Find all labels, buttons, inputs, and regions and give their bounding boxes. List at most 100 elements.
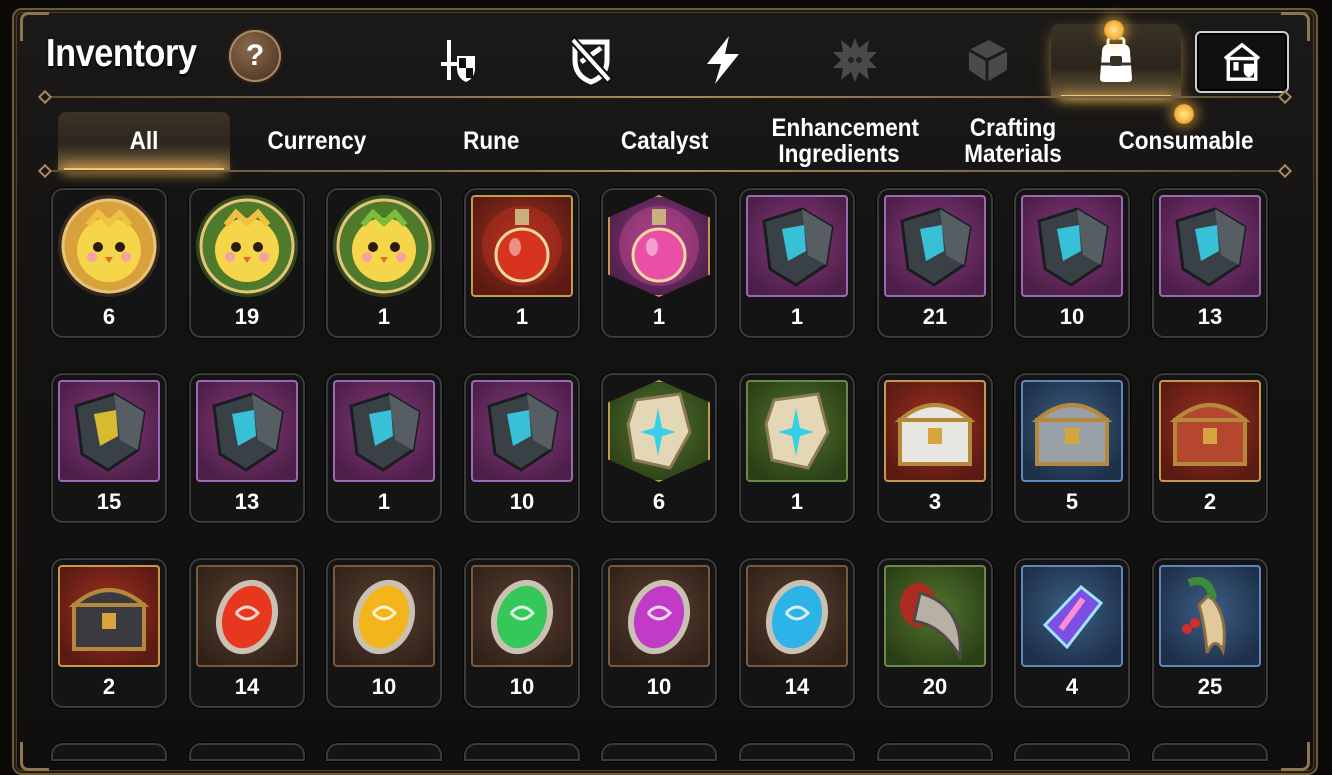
- silver-chest-icon: [1031, 403, 1113, 466]
- item-slot[interactable]: 1: [739, 188, 855, 338]
- item-slot-partial[interactable]: [739, 743, 855, 761]
- item-slot[interactable]: 1: [464, 188, 580, 338]
- boot-rune-stone-icon: [1037, 207, 1109, 287]
- item-slot[interactable]: 10: [464, 558, 580, 708]
- item-picture: [746, 195, 848, 297]
- tab-power[interactable]: [659, 24, 787, 96]
- subtab-crafting-materials[interactable]: Crafting Materials: [930, 112, 1096, 170]
- notification-dot: [1104, 20, 1124, 40]
- item-slot[interactable]: 1: [739, 373, 855, 523]
- item-slot[interactable]: 10: [601, 558, 717, 708]
- item-count: 1: [790, 489, 804, 514]
- item-slot[interactable]: 4: [1014, 558, 1130, 708]
- item-slot-partial[interactable]: [189, 743, 305, 761]
- item-slot[interactable]: 2: [1152, 373, 1268, 523]
- helmet-rune-stone-icon: [487, 392, 559, 472]
- page-title: Inventory: [46, 32, 197, 75]
- subtab-enhancement-ingredients[interactable]: Enhancement Ingredients: [752, 112, 926, 170]
- bag-icon: [1100, 36, 1132, 82]
- item-slot[interactable]: 25: [1152, 558, 1268, 708]
- header-divider: [37, 89, 1293, 105]
- necklace-rune-stone-icon: [349, 392, 421, 472]
- item-count: 1: [790, 304, 804, 329]
- item-slot[interactable]: 2: [51, 558, 167, 708]
- item-picture: [471, 380, 573, 482]
- red-potion-icon: [482, 206, 562, 286]
- item-picture: [746, 565, 848, 667]
- home-shop-icon: [1223, 42, 1261, 81]
- item-count: 6: [102, 304, 116, 329]
- item-count: 20: [922, 674, 948, 699]
- item-slot[interactable]: 6: [601, 373, 717, 523]
- item-picture: [1159, 565, 1261, 667]
- purple-gem-icon: [627, 579, 691, 655]
- item-count: 10: [371, 674, 397, 699]
- broken-shield-icon: [568, 35, 614, 85]
- item-slot-partial[interactable]: [326, 743, 442, 761]
- subtab-catalyst[interactable]: Catalyst: [580, 112, 750, 170]
- sword-shield-icon: [441, 40, 475, 82]
- ginseng-root-icon: [1182, 577, 1226, 656]
- yellow-gem-icon: [352, 579, 416, 655]
- item-picture: [471, 195, 573, 297]
- item-slot-partial[interactable]: [1152, 743, 1268, 761]
- item-slot[interactable]: 21: [877, 188, 993, 338]
- dark-gold-chest-icon: [68, 588, 150, 651]
- item-slot[interactable]: 10: [1014, 188, 1130, 338]
- item-picture: [196, 565, 298, 667]
- home-shop-button[interactable]: [1195, 31, 1289, 93]
- item-count: 10: [646, 674, 672, 699]
- item-picture: [333, 565, 435, 667]
- frame-corner: [20, 12, 49, 41]
- item-slot[interactable]: 1: [326, 373, 442, 523]
- tab-defense[interactable]: [527, 24, 655, 96]
- item-slot[interactable]: 10: [326, 558, 442, 708]
- claw-icon: [900, 583, 962, 663]
- item-count: 4: [1065, 674, 1079, 699]
- item-picture: [1021, 565, 1123, 667]
- item-slot[interactable]: 10: [464, 373, 580, 523]
- item-count: 13: [1197, 304, 1223, 329]
- subtab-currency[interactable]: Currency: [232, 112, 402, 170]
- item-picture: [608, 565, 710, 667]
- item-slot[interactable]: 14: [739, 558, 855, 708]
- item-picture: [608, 195, 710, 297]
- item-count: 25: [1197, 674, 1223, 699]
- item-slot[interactable]: 20: [877, 558, 993, 708]
- item-picture: [1159, 380, 1261, 482]
- white-gold-chest-icon: [894, 403, 976, 466]
- item-picture: [196, 195, 298, 297]
- item-picture: [884, 565, 986, 667]
- tab-monsters[interactable]: [791, 24, 919, 96]
- item-count: 1: [515, 304, 529, 329]
- item-slot-partial[interactable]: [1014, 743, 1130, 761]
- item-slot[interactable]: 15: [51, 373, 167, 523]
- tab-equipment[interactable]: [395, 24, 523, 96]
- item-slot-partial[interactable]: [877, 743, 993, 761]
- item-picture: [58, 380, 160, 482]
- item-slot[interactable]: 1: [601, 188, 717, 338]
- help-button[interactable]: ?: [229, 30, 281, 82]
- item-slot[interactable]: 13: [189, 373, 305, 523]
- item-slot-partial[interactable]: [51, 743, 167, 761]
- subtab-all[interactable]: All: [58, 112, 230, 171]
- item-slot[interactable]: 1: [326, 188, 442, 338]
- star-tablet-icon: [626, 392, 692, 470]
- item-count: 5: [1065, 489, 1079, 514]
- lightning-icon: [707, 36, 739, 84]
- item-slot[interactable]: 5: [1014, 373, 1130, 523]
- subtab-rune[interactable]: Rune: [406, 112, 576, 170]
- item-slot[interactable]: 19: [189, 188, 305, 338]
- item-picture: [333, 380, 435, 482]
- holiday-chest-icon: [1169, 403, 1251, 466]
- item-slot[interactable]: 3: [877, 373, 993, 523]
- item-slot[interactable]: 14: [189, 558, 305, 708]
- sword-rune-stone-icon: [212, 392, 284, 472]
- crystal-icon: [1042, 584, 1104, 650]
- item-count: 1: [652, 304, 666, 329]
- item-slot[interactable]: 6: [51, 188, 167, 338]
- item-slot[interactable]: 13: [1152, 188, 1268, 338]
- item-slot-partial[interactable]: [601, 743, 717, 761]
- tab-boxes[interactable]: [923, 24, 1051, 96]
- item-slot-partial[interactable]: [464, 743, 580, 761]
